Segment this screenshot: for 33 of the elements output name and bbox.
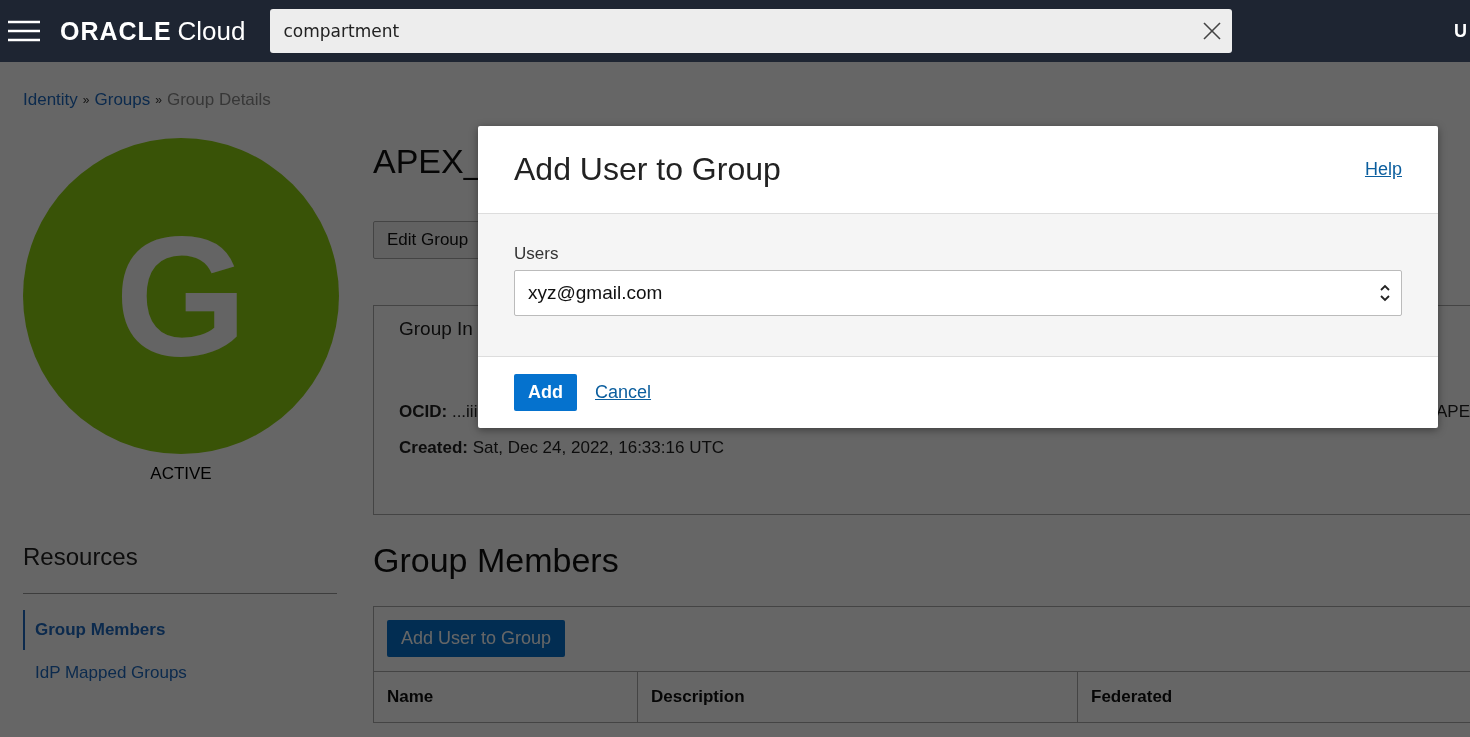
info-text: APE	[1435, 402, 1470, 422]
column-header[interactable]: Name	[374, 672, 637, 722]
logo-brand: ORACLE	[60, 16, 172, 46]
close-icon[interactable]	[1201, 21, 1222, 41]
menu-icon[interactable]	[8, 20, 40, 42]
add-user-button[interactable]: Add User to Group	[387, 620, 566, 657]
group-title: APEX_	[373, 142, 483, 181]
search-field[interactable]: compartment	[269, 9, 1232, 53]
section-title: Group Members	[373, 541, 620, 580]
dialog-title: Add User to Group	[514, 151, 781, 188]
logo-product: Cloud	[177, 15, 246, 47]
card-title: Group In	[399, 318, 473, 340]
resource-link[interactable]: IdP Mapped Groups	[23, 653, 350, 693]
avatar-letter: G	[114, 200, 248, 393]
chevron-icon	[1379, 283, 1391, 303]
field-label: Users	[514, 244, 560, 264]
resource-link[interactable]: Group Members	[23, 610, 350, 650]
breadcrumb-separator: »	[155, 93, 162, 107]
search-field[interactable]: compartment	[281, 20, 1202, 42]
breadcrumb-link[interactable]: Groups	[94, 90, 151, 110]
status-label: ACTIVE	[149, 464, 213, 484]
help-link[interactable]: Help	[1364, 159, 1402, 180]
resources-title: Resources	[23, 543, 337, 594]
info-field: OCID: ...iii	[399, 402, 478, 422]
add-button[interactable]: Add	[514, 374, 577, 411]
cancel-link[interactable]: Cancel	[595, 382, 652, 403]
column-header[interactable]: Description	[637, 672, 1077, 722]
users-select[interactable]: xyz@gmail.com	[514, 270, 1402, 316]
breadcrumb-link[interactable]: Identity	[23, 90, 78, 110]
column-header[interactable]: Federated	[1077, 672, 1470, 722]
user-initial[interactable]: U	[1454, 20, 1467, 42]
breadcrumb-separator: »	[82, 93, 90, 107]
info-field: Created: Sat, Dec 24, 2022, 16:33:16 UTC	[399, 438, 725, 458]
